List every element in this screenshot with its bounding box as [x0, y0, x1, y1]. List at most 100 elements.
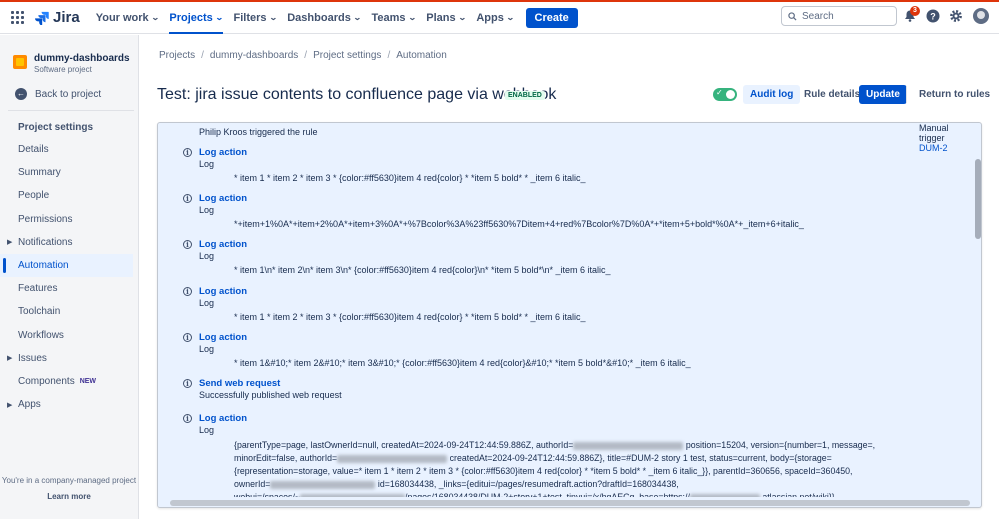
info-icon: i	[183, 148, 192, 157]
sidebar-item-toolchain[interactable]: Toolchain	[0, 300, 138, 323]
chevron-down-icon: ⌄	[505, 13, 515, 22]
entry-sub: Log	[199, 344, 215, 354]
nav-filters[interactable]: Filters ⌄	[234, 2, 278, 34]
redacted-text	[337, 454, 448, 463]
entry-sub: Log	[199, 205, 215, 215]
entry-message: * item 1\n* item 2\n* item 3\n* {color:#…	[234, 265, 611, 275]
entry-title[interactable]: Log action	[199, 413, 247, 424]
sidebar-item-label: Notifications	[18, 236, 73, 248]
entry-title[interactable]: Log action	[199, 332, 247, 343]
chevron-down-icon: ⌄	[268, 13, 278, 22]
nav-apps[interactable]: Apps ⌄	[476, 2, 515, 34]
breadcrumb-projects[interactable]: Projects	[159, 50, 195, 61]
log-line: position=15204, version={number=1, messa…	[683, 440, 876, 450]
notification-badge: 3	[910, 6, 920, 16]
back-label: Back to project	[35, 88, 102, 100]
entry-sub: Log	[199, 251, 215, 261]
log-line: createdAt=2024-09-24T12:44:59.886Z}, tit…	[447, 453, 832, 463]
sidebar-item-issues[interactable]: ▶ Issues	[0, 347, 138, 370]
help-icon[interactable]: ?	[926, 9, 940, 23]
horizontal-scrollbar-thumb[interactable]	[170, 500, 970, 506]
sidebar-item-apps[interactable]: ▶ Apps	[0, 393, 138, 416]
entry-title[interactable]: Log action	[199, 147, 247, 158]
button-divider	[906, 86, 907, 103]
nav-label: Your work	[95, 11, 149, 24]
arrow-left-icon: ←	[15, 88, 27, 100]
breadcrumb: Projects / dummy-dashboards / Project sett…	[159, 50, 447, 61]
log-line: id=168034438, _links={editui=/pages/resu…	[375, 479, 679, 489]
rule-enabled-toggle[interactable]	[713, 88, 737, 101]
chevron-down-icon: ⌄	[457, 13, 467, 22]
sidebar-item-summary[interactable]: Summary	[0, 161, 138, 184]
nav-label: Teams	[371, 11, 406, 24]
chevron-down-icon: ⌄	[150, 13, 160, 22]
new-lozenge: NEW	[79, 377, 97, 385]
gear-icon[interactable]	[949, 9, 963, 23]
chevron-down-icon: ⌄	[407, 13, 417, 22]
learn-more-link[interactable]: Learn more	[0, 492, 138, 501]
nav-label: Apps	[476, 11, 504, 24]
rule-details-button[interactable]: Rule details	[797, 85, 867, 104]
jira-logo[interactable]: Jira	[35, 9, 80, 26]
sidebar-item-components[interactable]: Components NEW	[0, 370, 138, 393]
nav-dashboards[interactable]: Dashboards ⌄	[287, 2, 361, 34]
audit-log-panel[interactable]: Philip Kroos triggered the rule i Log ac…	[157, 122, 982, 508]
issue-link[interactable]: DUM-2	[919, 143, 948, 153]
audit-log-button[interactable]: Audit log	[743, 85, 801, 104]
breadcrumb-separator: /	[201, 50, 204, 61]
nav-label: Dashboards	[287, 11, 351, 24]
search-input[interactable]: Search	[781, 6, 897, 26]
back-to-project-link[interactable]: ← Back to project	[15, 88, 101, 100]
nav-teams[interactable]: Teams ⌄	[371, 2, 417, 34]
app-switcher-icon[interactable]	[11, 10, 25, 25]
return-to-rules-button[interactable]: Return to rules	[912, 85, 997, 104]
breadcrumb-project[interactable]: dummy-dashboards	[210, 50, 298, 61]
nav-label: Projects	[169, 11, 213, 24]
status-badge: ENABLED	[505, 91, 545, 100]
sidebar-item-label: Summary	[18, 167, 61, 179]
entry-title[interactable]: Log action	[199, 239, 247, 250]
log-line: ownerId=	[234, 479, 271, 489]
entry-title[interactable]: Log action	[199, 286, 247, 297]
breadcrumb-settings[interactable]: Project settings	[313, 50, 381, 61]
sidebar-item-automation[interactable]: Automation	[0, 253, 133, 278]
breadcrumb-automation[interactable]: Automation	[396, 50, 447, 61]
update-button[interactable]: Update	[859, 85, 907, 104]
entry-title[interactable]: Send web request	[199, 378, 280, 389]
sidebar-item-notifications[interactable]: ▶ Notifications	[0, 231, 138, 254]
search-placeholder: Search	[802, 10, 834, 22]
entry-message: * item 1&#10;* item 2&#10;* item 3&#10;*…	[234, 358, 691, 368]
sidebar-item-label: Issues	[18, 352, 47, 364]
info-icon: i	[183, 194, 192, 203]
create-button[interactable]: Create	[525, 7, 578, 28]
redacted-text	[270, 480, 376, 489]
sidebar-item-features[interactable]: Features	[0, 277, 138, 300]
nav-plans[interactable]: Plans ⌄	[426, 2, 467, 34]
sidebar-heading: Project settings	[18, 122, 94, 133]
sidebar-item-people[interactable]: People	[0, 184, 138, 207]
sidebar-item-workflows[interactable]: Workflows	[0, 324, 138, 347]
log-line: minorEdit=false, authorId=	[234, 453, 338, 463]
user-avatar[interactable]	[973, 8, 989, 24]
info-icon: i	[183, 414, 192, 423]
sidebar-item-label: Toolchain	[18, 306, 61, 318]
sidebar-item-permissions[interactable]: Permissions	[0, 208, 138, 231]
jira-logo-text: Jira	[53, 9, 80, 26]
entry-sub: Log	[199, 425, 215, 435]
entry-sub: Log	[199, 298, 215, 308]
project-type-note: You're in a company-managed project	[1, 476, 137, 485]
nav-label: Plans	[426, 11, 456, 24]
entry-message: * item 1 * item 2 * item 3 * {color:#ff5…	[234, 173, 586, 183]
nav-your-work[interactable]: Your work ⌄	[95, 2, 160, 34]
sidebar-item-details[interactable]: Details	[0, 138, 138, 161]
log-line: {representation=storage, value=* item 1 …	[234, 466, 853, 476]
vertical-scrollbar-thumb[interactable]	[975, 159, 981, 239]
sidebar-item-label: Apps	[18, 399, 41, 411]
jira-logo-icon	[35, 11, 49, 25]
project-name: dummy-dashboards	[34, 53, 130, 64]
breadcrumb-separator: /	[304, 50, 308, 61]
nav-projects[interactable]: Projects ⌄	[169, 2, 224, 34]
project-header: dummy-dashboards Software project	[13, 53, 130, 74]
entry-title[interactable]: Log action	[199, 193, 247, 204]
sidebar: dummy-dashboards Software project ← Back…	[0, 35, 139, 519]
